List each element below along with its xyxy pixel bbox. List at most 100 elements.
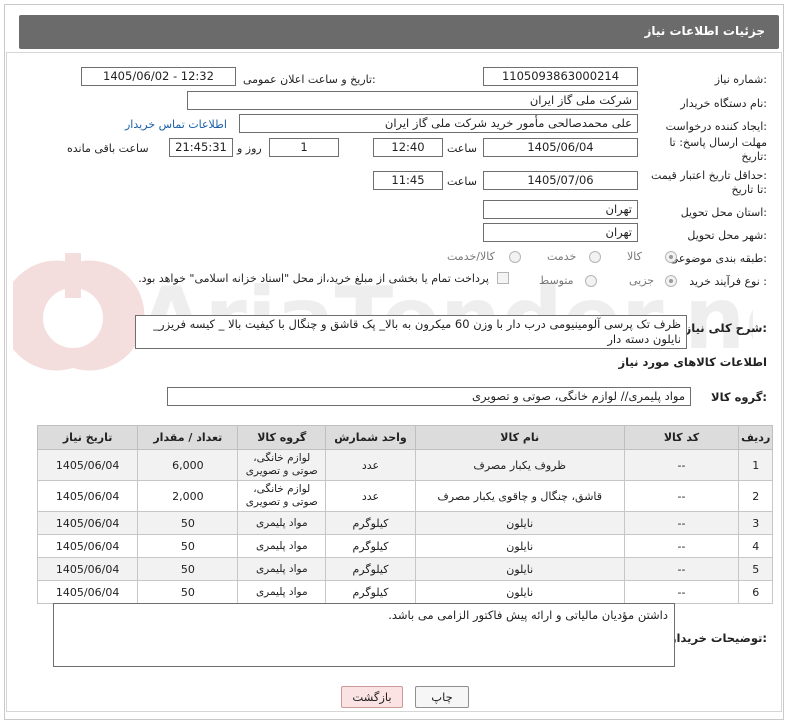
cell-code: -- [623, 580, 740, 604]
requester-label: ایجاد کننده درخواست: [665, 120, 767, 133]
need-number-field: 1105093863000214 [483, 67, 638, 86]
col-code-header: کد کالا [623, 425, 740, 450]
delivery-city-label: شهر محل تحویل: [687, 229, 767, 242]
table-header-row: ردیف کد کالا نام کالا واحد شمارش گروه کا… [36, 425, 773, 450]
col-quantity-header: تعداد / مقدار [137, 425, 239, 450]
col-name-header: نام کالا [414, 425, 625, 450]
cell-unit: کیلوگرم [325, 511, 416, 535]
reply-deadline-time-label: ساعت [447, 142, 477, 155]
price-validity-time-label: ساعت [447, 175, 477, 188]
col-row-header: ردیف [738, 425, 773, 450]
cell-need-date: 1405/06/04 [36, 449, 139, 481]
description-label: شرح کلی نیاز: [684, 321, 767, 335]
treasury-payment-checkbox[interactable] [497, 272, 509, 284]
cell-item-name: نایلون [414, 557, 625, 581]
announce-datetime-label: تاریخ و ساعت اعلان عمومی: [243, 73, 376, 86]
treasury-payment-note: پرداخت تمام یا بخشی از مبلغ خرید،از محل … [138, 272, 489, 285]
table-row: 3 -- نایلون کیلوگرم مواد پلیمری 50 1405/06/04 [36, 511, 773, 535]
category-goods-radio[interactable] [665, 251, 677, 263]
purchase-type-medium-label: متوسط [539, 274, 574, 287]
delivery-province-label: استان محل تحویل: [680, 206, 767, 219]
description-field: ظرف تک پرسی آلومینیومی درب دار با وزن 60… [135, 315, 687, 349]
purchase-type-minor-radio[interactable] [665, 275, 677, 287]
category-goods-service-radio[interactable] [509, 251, 521, 263]
cell-need-date: 1405/06/04 [36, 480, 139, 512]
cell-item-name: نایلون [414, 511, 625, 535]
remaining-time-field: 21:45:31 [169, 138, 233, 157]
reply-deadline-time-field: 12:40 [373, 138, 443, 157]
cell-row-number: 6 [738, 580, 773, 604]
category-goods-label: کالا [627, 250, 642, 263]
table-row: 6 -- نایلون کیلوگرم مواد پلیمری 50 1405/06/04 [36, 580, 773, 604]
cell-code: -- [623, 480, 740, 512]
purchase-type-minor-label: جزیی [629, 274, 655, 287]
cell-code: -- [623, 449, 740, 481]
goods-table: ردیف کد کالا نام کالا واحد شمارش گروه کا… [36, 425, 773, 604]
cell-row-number: 3 [738, 511, 773, 535]
col-date-header: تاریخ نیاز [36, 425, 139, 450]
cell-group: لوازم خانگی، صوتی و تصویری [237, 449, 327, 481]
cell-code: -- [623, 557, 740, 581]
reply-deadline-label: مهلت ارسال پاسخ: تا [669, 136, 767, 149]
announce-datetime-field: 1405/06/02 - 12:32 [81, 67, 236, 86]
buyer-org-field: شرکت ملی گاز ایران [187, 91, 638, 110]
category-service-radio[interactable] [589, 251, 601, 263]
cell-quantity: 50 [137, 511, 239, 535]
remaining-time-label: ساعت باقی مانده [67, 142, 149, 155]
cell-unit: کیلوگرم [325, 580, 416, 604]
cell-unit: عدد [325, 449, 416, 481]
category-service-label: خدمت [547, 250, 577, 263]
cell-need-date: 1405/06/04 [36, 511, 139, 535]
cell-code: -- [623, 534, 740, 558]
cell-row-number: 4 [738, 534, 773, 558]
col-group-header: گروه کالا [237, 425, 327, 450]
cell-quantity: 2,000 [137, 480, 239, 512]
purchase-type-medium-radio[interactable] [585, 275, 597, 287]
watermark-logo: AriaTender.net [13, 253, 753, 371]
price-validity-time-field: 11:45 [373, 171, 443, 190]
cell-quantity: 50 [137, 534, 239, 558]
table-row: 4 -- نایلون کیلوگرم مواد پلیمری 50 1405/06/04 [36, 534, 773, 558]
category-goods-service-label: کالا/خدمت [447, 250, 495, 263]
purchase-type-label: نوع فرآیند خرید : [689, 275, 767, 288]
print-button[interactable]: چاپ [415, 686, 469, 708]
cell-quantity: 50 [137, 557, 239, 581]
cell-group: مواد پلیمری [237, 511, 327, 535]
category-label: طبقه بندی موضوعی: [669, 252, 767, 265]
reply-deadline-date-field: 1405/06/04 [483, 138, 638, 157]
cell-unit: کیلوگرم [325, 557, 416, 581]
cell-unit: عدد [325, 480, 416, 512]
cell-row-number: 5 [738, 557, 773, 581]
cell-item-name: ظروف یکبار مصرف [414, 449, 625, 481]
page-header: جزئیات اطلاعات نیاز [19, 15, 779, 49]
goods-group-label: گروه کالا: [711, 390, 767, 404]
table-row: 2 -- قاشق، چنگال و چاقوی یکبار مصرف عدد لواز… [36, 480, 773, 512]
table-row: 1 -- ظروف یکبار مصرف عدد لوازم خانگی، صوتی و… [36, 449, 773, 481]
col-unit-header: واحد شمارش [325, 425, 416, 450]
details-panel: AriaTender.net شماره نیاز: 1105093863000… [6, 52, 782, 712]
table-row: 5 -- نایلون کیلوگرم مواد پلیمری 50 1405/06/04 [36, 557, 773, 581]
page-title: جزئیات اطلاعات نیاز [644, 24, 765, 38]
cell-row-number: 1 [738, 449, 773, 481]
back-button[interactable]: بازگشت [341, 686, 403, 708]
cell-group: مواد پلیمری [237, 534, 327, 558]
buyer-notes-label: توضیحات خریدار: [669, 631, 767, 645]
price-validity-label-line2: تا تاریخ: [731, 183, 767, 196]
cell-group: مواد پلیمری [237, 557, 327, 581]
delivery-city-field: تهران [483, 223, 638, 242]
cell-row-number: 2 [738, 480, 773, 512]
cell-code: -- [623, 511, 740, 535]
requester-field: علی محمدصالحی مأمور خرید شرکت ملی گاز ای… [239, 114, 638, 133]
goods-group-field: مواد پلیمری// لوازم خانگی، صوتی و تصویری [167, 387, 691, 406]
reply-deadline-label-line2: تاریخ: [741, 150, 767, 163]
cell-need-date: 1405/06/04 [36, 580, 139, 604]
cell-item-name: قاشق، چنگال و چاقوی یکبار مصرف [414, 480, 625, 512]
need-number-label: شماره نیاز: [714, 73, 767, 86]
goods-info-title: اطلاعات کالاهای مورد نیاز [618, 355, 767, 369]
cell-quantity: 6,000 [137, 449, 239, 481]
remaining-days-field: 1 [269, 138, 339, 157]
cell-unit: کیلوگرم [325, 534, 416, 558]
cell-item-name: نایلون [414, 534, 625, 558]
buyer-contact-link[interactable]: اطلاعات تماس خریدار [125, 118, 227, 131]
price-validity-label: حداقل تاریخ اعتبار قیمت: [651, 169, 767, 182]
